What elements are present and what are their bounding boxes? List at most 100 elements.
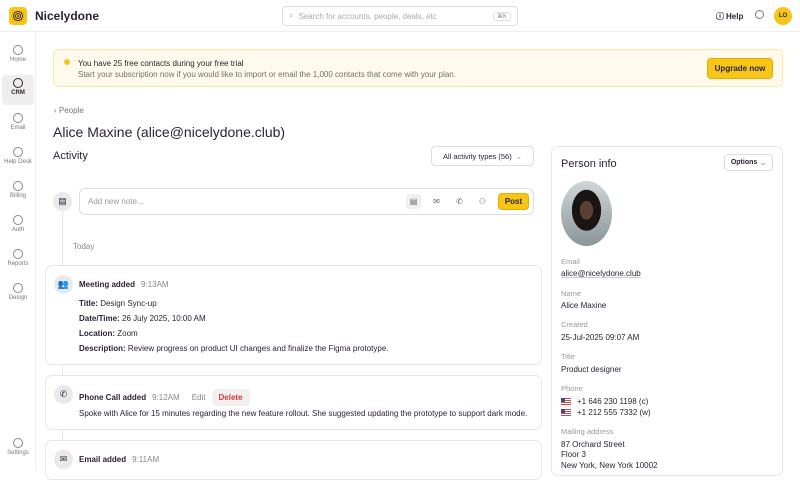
note-composer[interactable]: Add new note... ▤ ✉ ✆ ⚇ Post <box>79 188 534 215</box>
banner-title: You have 25 free contacts during your fr… <box>78 59 244 68</box>
note-icon: ▤ <box>53 192 72 211</box>
panel-title: Person info <box>561 158 617 170</box>
brand-name: Nicelydone <box>35 9 100 23</box>
help-icon: ⓘ <box>716 12 724 21</box>
phone-row: +1 212 555 7332 (w) <box>561 408 651 417</box>
activity-time: 9:11AM <box>132 455 160 464</box>
sidebar-item-crm[interactable]: CRM <box>2 75 34 105</box>
sidebar-label: Email <box>10 125 26 131</box>
auth-icon <box>13 215 23 225</box>
sidebar-item-home[interactable]: Home <box>2 42 34 72</box>
page-title: Alice Maxine (alice@nicelydone.club) <box>53 124 286 140</box>
trial-banner: You have 25 free contacts during your fr… <box>53 49 783 87</box>
phone-row: +1 646 230 1198 (c) <box>561 397 648 406</box>
date-group-label: Today <box>73 242 95 251</box>
help-desk-icon <box>13 147 23 157</box>
meeting-field: Description: Review progress on product … <box>79 344 389 353</box>
sidebar-label: Reports <box>7 261 29 267</box>
options-dropdown[interactable]: Options ⌄ <box>724 154 773 171</box>
crm-icon <box>13 78 23 88</box>
address-label: Mailing address <box>561 427 614 436</box>
sidebar-item-settings[interactable]: Settings <box>2 435 34 465</box>
settings-icon <box>13 438 23 448</box>
meeting-type-icon[interactable]: ⚇ <box>475 194 490 209</box>
chevron-down-icon: ⌄ <box>515 151 523 161</box>
user-avatar[interactable]: LO <box>774 7 792 25</box>
search-shortcut: ⌘K <box>492 11 511 21</box>
sidebar-item-auth[interactable]: Auth <box>2 212 34 242</box>
activity-type: Email added <box>79 455 127 464</box>
activity-item-email: ✉ Email added 9:11AM <box>45 440 542 480</box>
search-placeholder: Search for accounts, people, deals, etc <box>298 11 437 21</box>
chat-icon[interactable] <box>755 10 764 19</box>
search-input[interactable]: ⌕ Search for accounts, people, deals, et… <box>282 6 518 26</box>
activity-body: Spoke with Alice for 15 minutes regardin… <box>79 409 528 418</box>
email-link[interactable]: alice@nicelydone.club <box>561 269 641 278</box>
activity-type: Meeting added <box>79 280 136 289</box>
activity-type: Phone Call added <box>79 393 147 402</box>
note-type-icon[interactable]: ▤ <box>406 194 421 209</box>
created-value: 25-Jul-2025 09:07 AM <box>561 333 640 342</box>
meeting-field: Title: Design Sync-up <box>79 299 157 308</box>
help-button[interactable]: ⓘ Help <box>716 11 743 22</box>
search-icon: ⌕ <box>289 11 294 20</box>
phone-icon: ✆ <box>54 385 73 404</box>
billing-icon <box>13 181 23 191</box>
email-icon <box>13 113 23 123</box>
email-label: Email <box>561 257 580 266</box>
sidebar-item-help-desk[interactable]: Help Desk <box>2 144 34 174</box>
created-label: Created <box>561 320 588 329</box>
sidebar-label: Auth <box>11 227 25 233</box>
filter-label: All activity types (56) <box>442 151 512 161</box>
chevron-down-icon: ⌄ <box>760 159 767 167</box>
activity-time: 9:12AM <box>152 393 180 402</box>
activity-time: 9:13AM <box>141 280 169 289</box>
sidebar-item-billing[interactable]: Billing <box>2 178 34 208</box>
post-button[interactable]: Post <box>498 193 529 210</box>
banner-text: Start your subscription now if you would… <box>78 70 456 79</box>
sidebar-label: Settings <box>7 450 29 456</box>
info-icon <box>64 59 70 65</box>
breadcrumb-people: People <box>58 106 84 115</box>
home-icon <box>13 45 23 55</box>
title-value: Product designer <box>561 365 622 374</box>
sidebar-label: Design <box>8 295 28 301</box>
sidebar-label: CRM <box>11 90 25 96</box>
sidebar-item-reports[interactable]: Reports <box>2 246 34 276</box>
help-label: Help <box>726 12 744 21</box>
breadcrumb[interactable]: ‹ People <box>54 106 84 115</box>
activity-filter-dropdown[interactable]: All activity types (56) ⌄ <box>431 146 534 166</box>
meeting-field: Location: Zoom <box>79 329 138 338</box>
address-line: New York, New York 10002 <box>561 461 658 470</box>
sidebar-item-email[interactable]: Email <box>2 110 34 140</box>
top-bar: Nicelydone ⌕ Search for accounts, people… <box>0 0 800 32</box>
activity-item-meeting: 👥 Meeting added 9:13AM Title: Design Sync… <box>45 265 542 365</box>
phone-value: +1 646 230 1198 (c) <box>577 397 649 406</box>
phone-type-icon[interactable]: ✆ <box>452 194 467 209</box>
name-value: Alice Maxine <box>561 301 607 310</box>
us-flag-icon <box>561 409 571 416</box>
phone-label: Phone <box>561 384 583 393</box>
person-info-panel: Person info Options ⌄ Email alice@nicelyd… <box>551 146 783 476</box>
meeting-icon: 👥 <box>54 275 73 294</box>
profile-photo <box>561 181 612 246</box>
name-label: Name <box>561 289 582 298</box>
sidebar: Home CRM Email Help Desk Billing Auth Re… <box>0 32 36 470</box>
edit-button[interactable]: Edit <box>192 393 206 402</box>
design-icon <box>13 283 23 293</box>
sidebar-label: Help Desk <box>4 159 32 165</box>
sidebar-label: Home <box>9 57 26 63</box>
delete-button[interactable]: Delete <box>211 389 250 406</box>
title-label: Title <box>561 352 575 361</box>
sidebar-label: Billing <box>9 193 26 199</box>
upgrade-now-button[interactable]: Upgrade now <box>707 58 773 79</box>
email-type-icon[interactable]: ✉ <box>429 194 444 209</box>
us-flag-icon <box>561 398 571 405</box>
logo-icon[interactable] <box>9 7 27 25</box>
options-label: Options <box>730 159 758 166</box>
sidebar-item-design[interactable]: Design <box>2 280 34 310</box>
meeting-field: Date/Time: 26 July 2025, 10:00 AM <box>79 314 206 323</box>
note-input[interactable]: Add new note... <box>88 197 398 206</box>
envelope-icon: ✉ <box>54 450 73 469</box>
activity-item-phone-call: ✆ Phone Call added 9:12AM Edit Delete Spoke… <box>45 375 542 430</box>
